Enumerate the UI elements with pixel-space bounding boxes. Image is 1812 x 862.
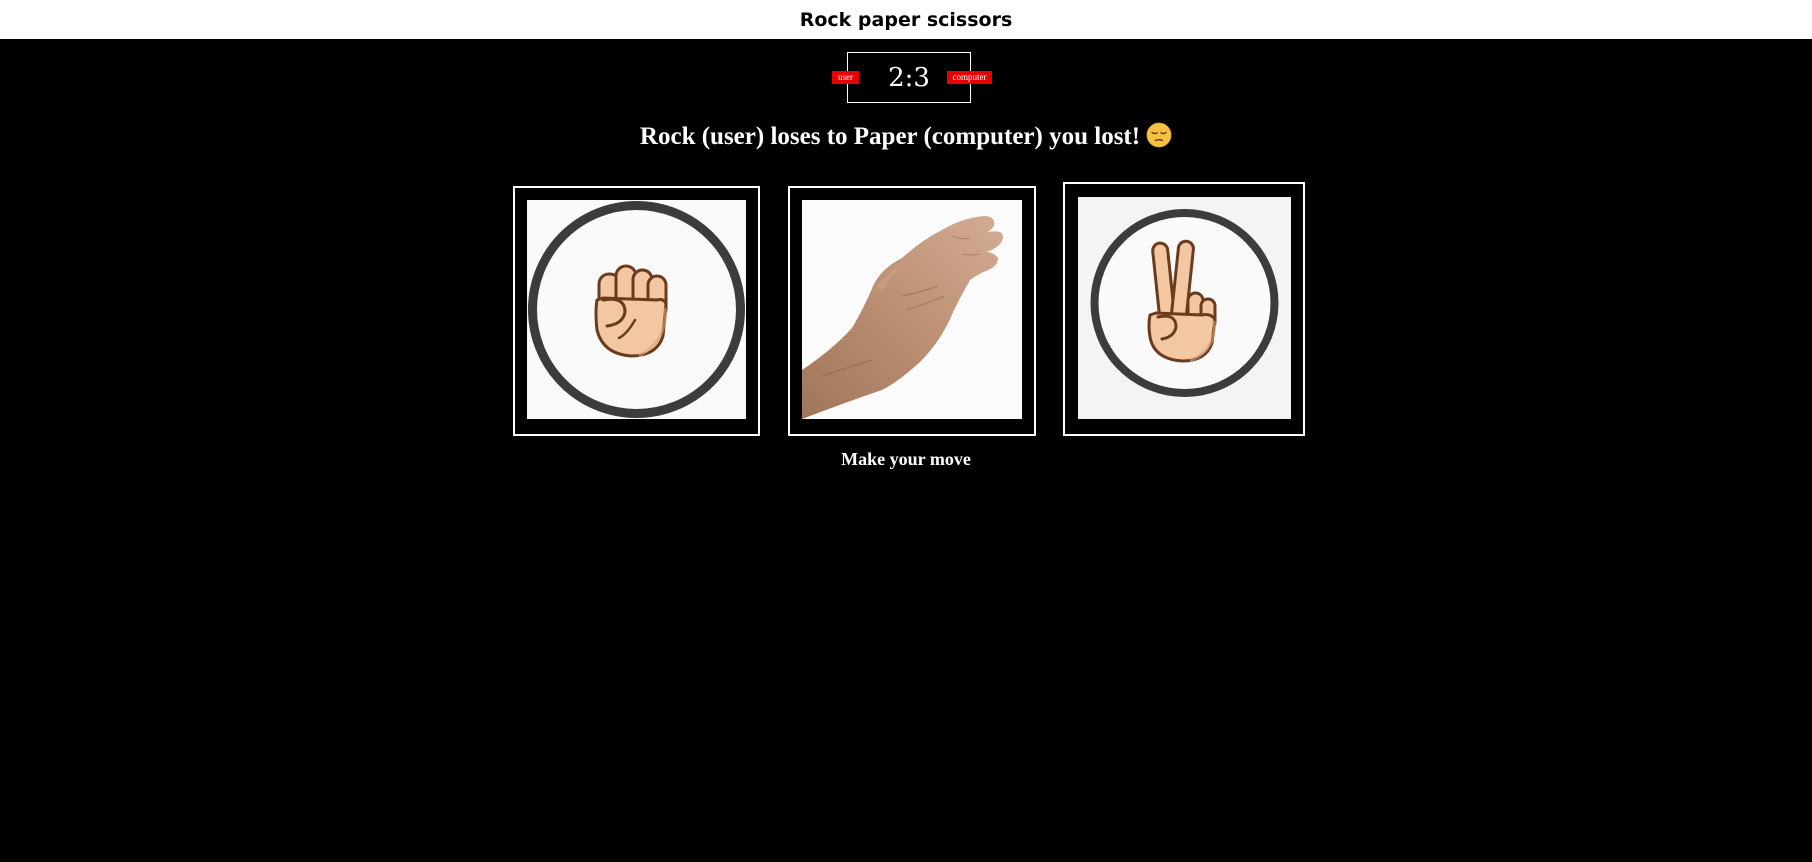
- app-title: Rock paper scissors: [799, 8, 1013, 31]
- rock-choice-button[interactable]: [513, 186, 760, 436]
- pensive-face-icon: [1146, 122, 1172, 148]
- app-header: Rock paper scissors: [0, 0, 1812, 39]
- computer-badge: computer: [947, 71, 992, 84]
- victory-hand-icon: [1090, 209, 1279, 397]
- paper-image: [802, 200, 1022, 419]
- user-badge: user: [832, 71, 859, 84]
- score-display: 2:3: [888, 62, 930, 93]
- result-text: Rock (user) loses to Paper (computer) yo…: [639, 123, 1141, 150]
- scissors-choice-button[interactable]: [1063, 182, 1305, 436]
- result-message: Rock (user) loses to Paper (computer) yo…: [0, 119, 1812, 155]
- move-prompt: Make your move: [841, 449, 971, 469]
- rock-image: [527, 200, 746, 419]
- paper-choice-button[interactable]: [788, 186, 1036, 436]
- fist-icon: [528, 201, 745, 418]
- game-area: 2:3 user computer Rock (user) loses to P…: [0, 39, 1812, 862]
- open-hand-icon: [802, 216, 1003, 419]
- scissors-image: [1078, 197, 1291, 419]
